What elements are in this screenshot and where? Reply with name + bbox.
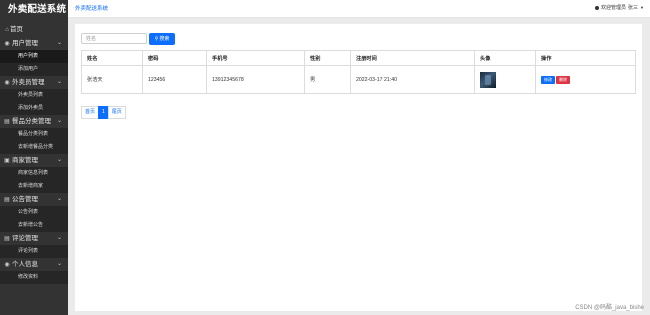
caret-down-icon: ▼	[640, 5, 644, 10]
search-button[interactable]: ⚲ 搜索	[149, 32, 175, 45]
chevron-down-icon: ⌄	[56, 235, 62, 241]
sidebar-group-notices: ▤ 公告管理 ⌄ 公告列表 去新增公告	[0, 193, 68, 232]
chevron-down-icon: ⌄	[56, 261, 62, 267]
sidebar-item-store-list[interactable]: 商家信息列表	[0, 167, 68, 180]
chevron-down-icon: ⌄	[56, 40, 62, 46]
sidebar-group-stores: ▣ 商家管理 ⌄ 商家信息列表 去新增商家	[0, 154, 68, 193]
sidebar-item-comment-list[interactable]: 评论列表	[0, 245, 68, 258]
table-header-row: 姓名 密码 手机号 性别 注册时间 头像 操作	[81, 50, 636, 66]
sidebar-group-head-profile[interactable]: ◉ 个人信息 ⌄	[0, 258, 68, 271]
sidebar-group-categories: ▤ 餐品分类管理 ⌄ 餐品分类列表 去新增餐品分类	[0, 115, 68, 154]
user-name: 张三	[628, 5, 639, 11]
cell-actions: 修改 删除	[535, 65, 636, 94]
sidebar-group-users: ◉ 用户管理 ⌄ 用户列表 添加用户	[0, 37, 68, 76]
sidebar-group-label: 外卖员管理	[12, 79, 45, 86]
user-avatar-icon	[595, 5, 599, 10]
cell-phone: 13912345678	[206, 65, 305, 94]
sidebar-group-label: 餐品分类管理	[12, 118, 51, 125]
cell-name: 张浩天	[81, 65, 143, 94]
cell-gender: 男	[304, 65, 351, 94]
pagination: 首页 1 尾页	[81, 106, 126, 119]
edit-button[interactable]: 修改	[541, 75, 555, 84]
sidebar-group-comments: ▤ 评论管理 ⌄ 评论列表	[0, 232, 68, 258]
profile-icon: ◉	[4, 261, 10, 268]
sidebar-item-add-category[interactable]: 去新增餐品分类	[0, 141, 68, 154]
search-bar: ⚲ 搜索	[81, 32, 175, 45]
sidebar-group-riders: ◉ 外卖员管理 ⌄ 外卖员列表 添加外卖员	[0, 76, 68, 115]
rider-icon: ◉	[4, 79, 10, 86]
sidebar-group-label: 用户管理	[12, 40, 38, 47]
sidebar-item-edit-profile[interactable]: 修改资料	[0, 271, 68, 284]
cell-password: 123456	[142, 65, 207, 94]
column-header-name: 姓名	[81, 50, 143, 66]
notice-icon: ▤	[4, 196, 10, 203]
sidebar-group-head-notices[interactable]: ▤ 公告管理 ⌄	[0, 193, 68, 206]
sidebar-group-head-stores[interactable]: ▣ 商家管理 ⌄	[0, 154, 68, 167]
column-header-registered: 注册时间	[350, 50, 475, 66]
user-menu[interactable]: 欢迎管理员 张三 ▼	[595, 4, 644, 11]
sidebar-item-rider-list[interactable]: 外卖员列表	[0, 89, 68, 102]
pagination-last[interactable]: 尾页	[107, 106, 126, 119]
chevron-down-icon: ⌄	[56, 79, 62, 85]
content-card: ⚲ 搜索 姓名 密码 手机号 性别 注册时间 头像 操作 张浩天 123456 …	[75, 24, 642, 311]
chevron-down-icon: ⌄	[56, 157, 62, 163]
sidebar-item-home[interactable]: ⌂ 首页	[0, 22, 68, 37]
user-table: 姓名 密码 手机号 性别 注册时间 头像 操作 张浩天 123456 13912…	[81, 50, 636, 94]
sidebar-group-head-categories[interactable]: ▤ 餐品分类管理 ⌄	[0, 115, 68, 128]
sidebar-group-head-riders[interactable]: ◉ 外卖员管理 ⌄	[0, 76, 68, 89]
column-header-phone: 手机号	[206, 50, 305, 66]
cell-avatar	[474, 65, 536, 94]
comment-icon: ▤	[4, 235, 10, 242]
column-header-gender: 性别	[304, 50, 351, 66]
sidebar-item-add-store[interactable]: 去新增商家	[0, 180, 68, 193]
sidebar-item-user-list[interactable]: 用户列表	[0, 50, 68, 63]
sidebar-item-add-rider[interactable]: 添加外卖员	[0, 102, 68, 115]
sidebar-item-add-notice[interactable]: 去新增公告	[0, 219, 68, 232]
sidebar-group-label: 公告管理	[12, 196, 38, 203]
column-header-avatar: 头像	[474, 50, 536, 66]
breadcrumb[interactable]: 外卖配送系统	[75, 4, 108, 12]
sidebar-group-label: 个人信息	[12, 261, 38, 268]
app-title: 外卖配送系统	[8, 4, 67, 15]
chevron-down-icon: ⌄	[56, 196, 62, 202]
sidebar-group-profile: ◉ 个人信息 ⌄ 修改资料	[0, 258, 68, 284]
welcome-text: 欢迎管理员	[601, 5, 627, 11]
delete-button[interactable]: 删除	[556, 75, 570, 84]
search-icon: ⚲	[154, 35, 159, 42]
sidebar: 外卖配送系统 ⌂ 首页 ◉ 用户管理 ⌄ 用户列表 添加用户 ◉ 外卖员管理 ⌄ 外…	[0, 0, 68, 315]
users-icon: ◉	[4, 40, 10, 47]
sidebar-item-category-list[interactable]: 餐品分类列表	[0, 128, 68, 141]
sidebar-group-head-users[interactable]: ◉ 用户管理 ⌄	[0, 37, 68, 50]
store-icon: ▣	[4, 157, 10, 164]
sidebar-group-head-comments[interactable]: ▤ 评论管理 ⌄	[0, 232, 68, 245]
column-header-actions: 操作	[535, 50, 636, 66]
user-avatar-image	[480, 71, 496, 88]
watermark-text: CSDN @码酷_java_bishe	[575, 305, 644, 311]
sidebar-item-add-user[interactable]: 添加用户	[0, 63, 68, 76]
search-input[interactable]	[81, 33, 147, 44]
sidebar-item-notice-list[interactable]: 公告列表	[0, 206, 68, 219]
sidebar-item-label: 首页	[10, 26, 23, 33]
pagination-first[interactable]: 首页	[81, 106, 100, 119]
chevron-down-icon: ⌄	[56, 118, 62, 124]
search-button-label: 搜索	[159, 36, 170, 42]
category-icon: ▤	[4, 118, 10, 125]
sidebar-group-label: 评论管理	[12, 235, 38, 242]
topbar: 外卖配送系统 欢迎管理员 张三 ▼	[68, 0, 650, 18]
column-header-password: 密码	[142, 50, 207, 66]
sidebar-group-label: 商家管理	[12, 157, 38, 164]
cell-registered: 2022-03-17 21:40	[350, 65, 475, 94]
table-row: 张浩天 123456 13912345678 男 2022-03-17 21:4…	[81, 65, 636, 94]
